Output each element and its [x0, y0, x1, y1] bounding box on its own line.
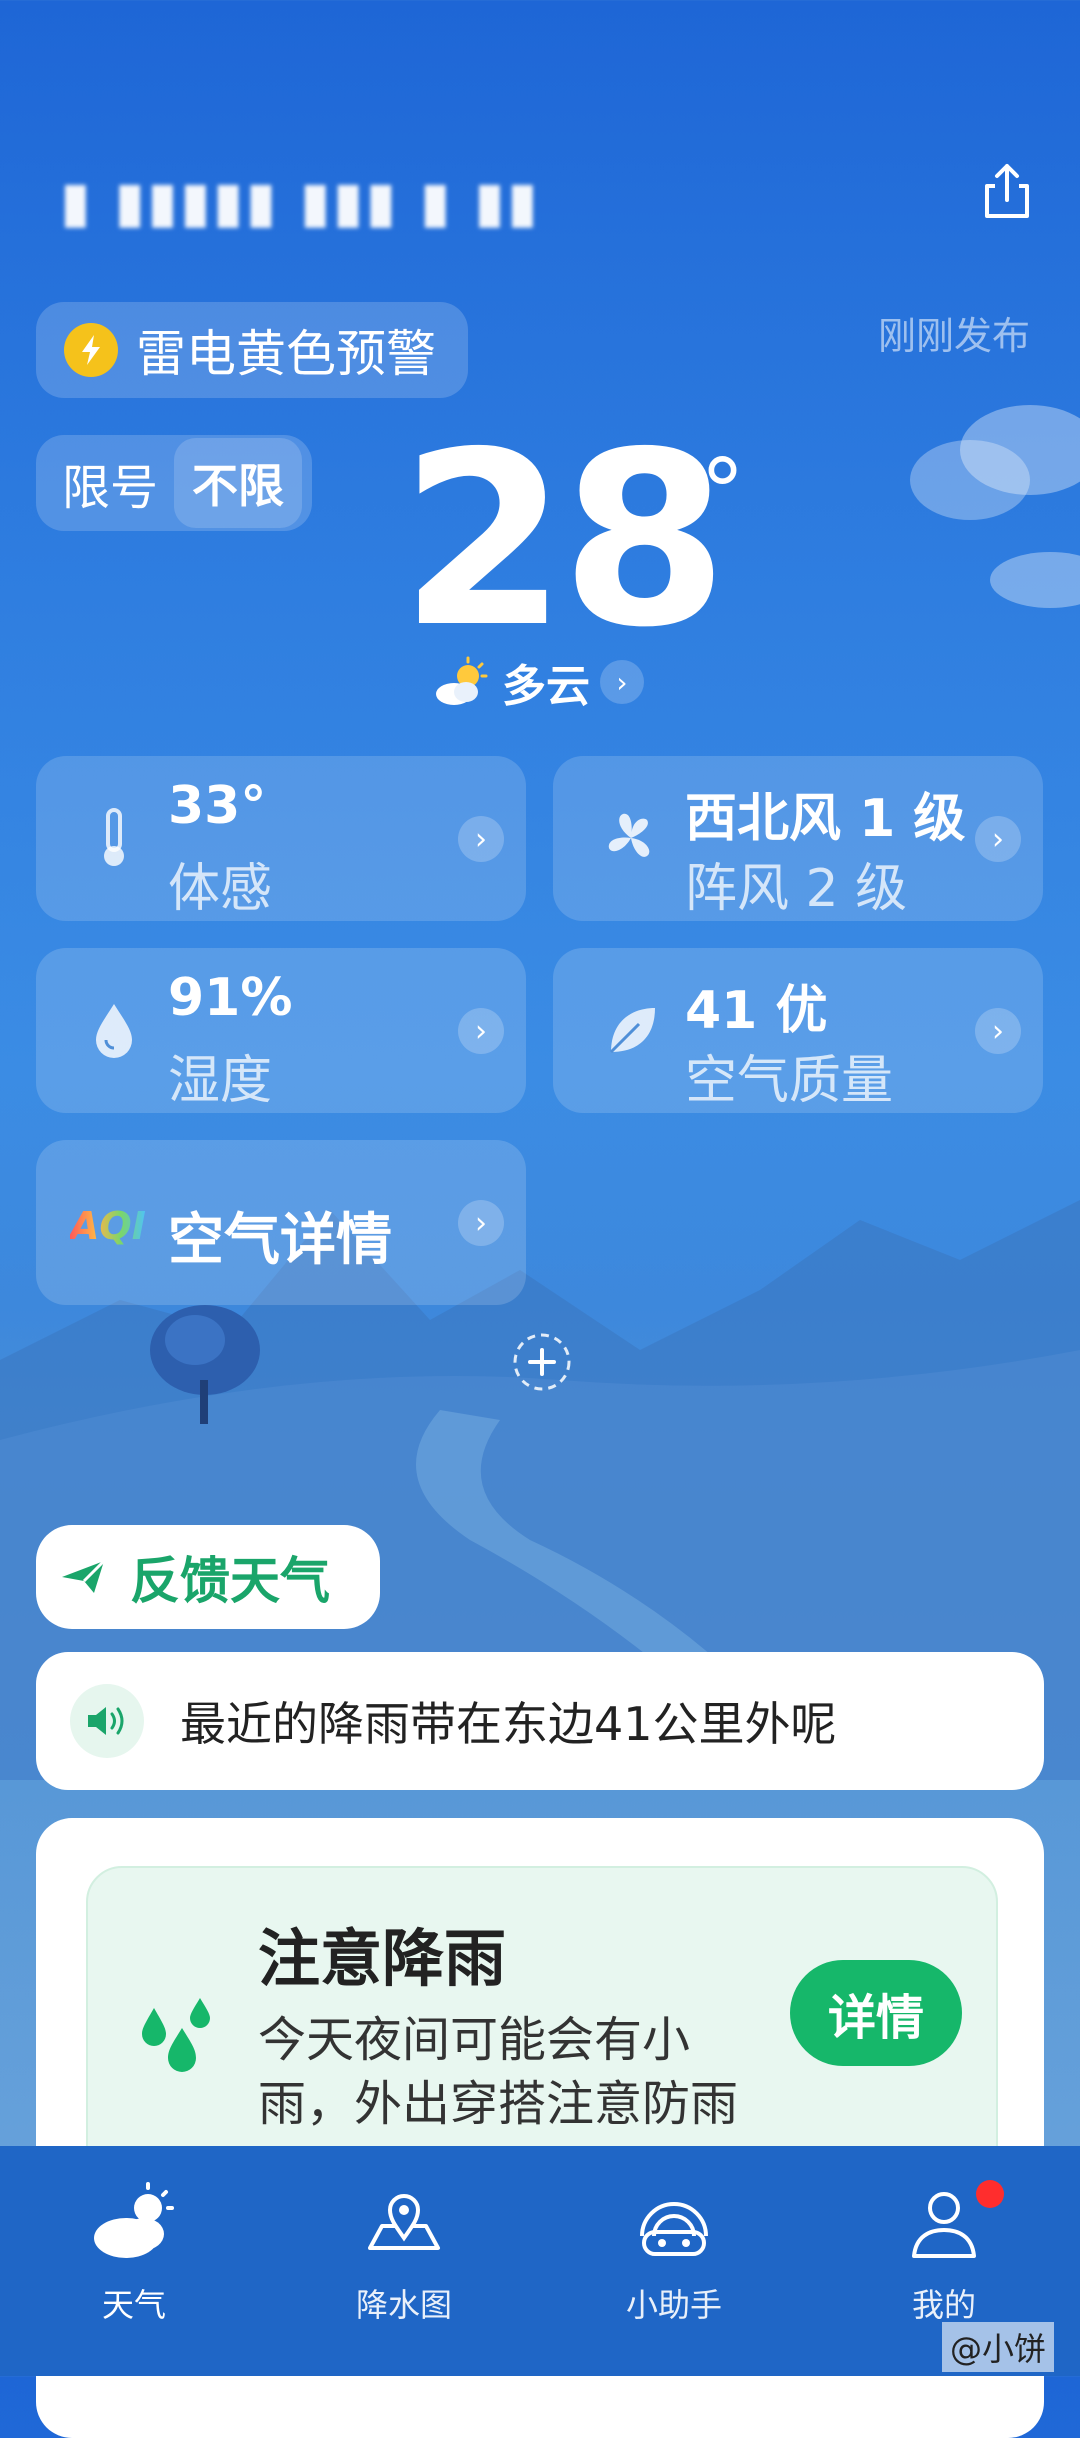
- chevron-right-icon: ›: [458, 1200, 504, 1246]
- publish-time: 刚刚发布: [877, 314, 1030, 358]
- chevron-right-icon: ›: [600, 660, 644, 704]
- share-icon[interactable]: [975, 160, 1039, 224]
- current-temperature: 28: [400, 400, 728, 680]
- wind-fan-icon: [608, 813, 650, 857]
- lightning-icon: [64, 323, 118, 377]
- rain-alert-description: 今天夜间可能会有小雨，外出穿搭注意防雨: [258, 2012, 739, 2132]
- condition-text: 多云: [502, 661, 590, 712]
- feels-like-card[interactable]: 33° 体感 ›: [36, 756, 526, 921]
- leaf-icon: [609, 1008, 655, 1054]
- gust-label: 阵风 2 级: [685, 859, 908, 919]
- feels-like-value: 33°: [168, 776, 267, 836]
- watermark-text: @小饼: [942, 2322, 1055, 2372]
- partly-cloudy-icon: [436, 656, 488, 705]
- cloud-sun-icon: [94, 2182, 174, 2258]
- traffic-limit-value: 不限: [174, 438, 303, 528]
- nav-item-profile[interactable]: 我的: [834, 2176, 1054, 2336]
- chevron-right-icon: ›: [975, 1008, 1021, 1054]
- notification-dot: [976, 2180, 1004, 2208]
- rain-drops-icon: [142, 1998, 210, 2072]
- humidity-value: 91%: [168, 968, 293, 1028]
- humidity-label: 湿度: [168, 1051, 273, 1111]
- cloud-decoration: [910, 405, 1080, 608]
- chevron-right-icon: ›: [458, 816, 504, 862]
- weather-alert-chip[interactable]: 雷电黄色预警: [36, 302, 468, 398]
- aqi-label: 空气质量: [685, 1051, 894, 1111]
- rain-alert-title: 注意降雨: [258, 1922, 507, 1995]
- air-detail-label: 空气详情: [168, 1208, 392, 1273]
- tree-decoration: [150, 1305, 260, 1424]
- rain-alert-panel[interactable]: 注意降雨 今天夜间可能会有小雨，外出穿搭注意防雨 详情: [86, 1866, 998, 2190]
- rain-notice-text: 最近的降雨带在东边41公里外呢: [180, 1697, 837, 1751]
- nav-label: 小助手: [625, 2286, 722, 2324]
- feels-like-label: 体感: [168, 859, 273, 919]
- temperature-unit: °: [700, 440, 745, 545]
- nav-label: 降水图: [355, 2286, 452, 2324]
- bottom-navigation: 天气 降水图 小助手 我的: [0, 2146, 1080, 2376]
- air-quality-card[interactable]: 41 优 空气质量 ›: [553, 948, 1043, 1113]
- assistant-icon: [640, 2202, 708, 2256]
- weather-condition[interactable]: 多云 ›: [432, 650, 644, 714]
- traffic-limit-label: 限号: [62, 460, 159, 516]
- feedback-label: 反馈天气: [130, 1552, 330, 1610]
- water-drop-icon: [96, 1004, 132, 1058]
- rain-notice-bar[interactable]: 最近的降雨带在东边41公里外呢: [36, 1652, 1044, 1790]
- nav-item-assistant[interactable]: 小助手: [564, 2176, 784, 2336]
- nav-item-weather[interactable]: 天气: [24, 2176, 244, 2336]
- humidity-card[interactable]: 91% 湿度 ›: [36, 948, 526, 1113]
- wind-card[interactable]: 西北风 1 级 阵风 2 级 ›: [553, 756, 1043, 921]
- add-card-button[interactable]: [510, 1330, 574, 1394]
- feedback-weather-button[interactable]: 反馈天气: [36, 1525, 380, 1629]
- send-icon: [62, 1559, 106, 1593]
- aqi-value: 41 优: [685, 981, 828, 1041]
- speaker-icon: [70, 1684, 144, 1758]
- nav-item-precipitation-map[interactable]: 降水图: [294, 2176, 514, 2336]
- chevron-right-icon: ›: [458, 1008, 504, 1054]
- air-detail-card[interactable]: AQI 空气详情 ›: [36, 1140, 526, 1305]
- wind-value: 西北风 1 级: [685, 789, 966, 849]
- nav-label: 我的: [911, 2286, 976, 2324]
- alert-text: 雷电黄色预警: [136, 325, 436, 383]
- map-pin-icon: [368, 2194, 440, 2250]
- location-title[interactable]: ▮ ▮▮▮▮▮ ▮▮▮ ▮ ▮▮: [60, 170, 680, 240]
- rain-detail-button[interactable]: 详情: [790, 1960, 962, 2066]
- thermometer-icon: [104, 808, 124, 866]
- chevron-right-icon: ›: [975, 816, 1021, 862]
- aqi-badge-icon: AQI: [70, 1204, 146, 1248]
- nav-label: 天气: [101, 2286, 166, 2324]
- traffic-limit-chip[interactable]: 限号 不限: [36, 435, 313, 531]
